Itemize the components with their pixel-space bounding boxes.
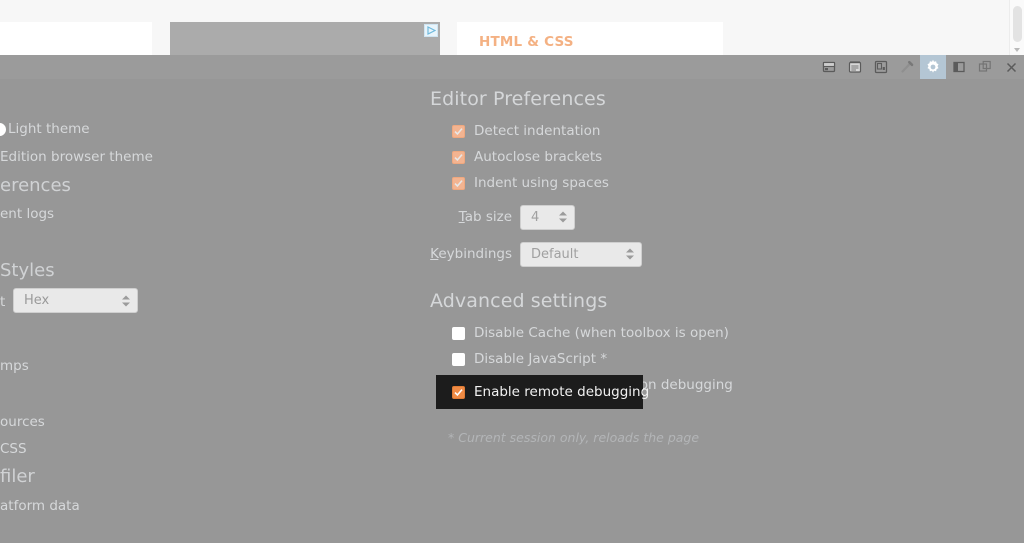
keybindings-select[interactable]: Default [520,241,642,267]
disable-javascript-checkbox[interactable] [452,352,465,366]
css-item[interactable]: CSS [0,441,27,457]
tab-size-input[interactable]: 4 [520,204,575,230]
console-icon[interactable] [842,55,868,79]
disable-cache-label: Disable Cache (when toolbox is open) [474,325,729,341]
option-disable-javascript[interactable]: Disable JavaScript * [452,346,850,372]
option-autoclose-brackets[interactable]: Autoclose brackets [452,144,850,170]
preferences-heading: erences [0,175,71,196]
page-vertical-scrollbar[interactable] [1009,0,1024,55]
responsive-design-icon[interactable] [868,55,894,79]
detect-indentation-checkbox[interactable] [452,124,465,138]
disable-javascript-label: Disable JavaScript * [474,351,608,367]
keybindings-spinner-icon[interactable] [616,248,634,260]
maps-item[interactable]: mps [0,358,29,374]
indent-using-spaces-label: Indent using spaces [474,175,609,191]
color-unit-value: Hex [24,293,50,308]
html-css-card-title: HTML & CSS [479,34,574,50]
option-detect-indentation[interactable]: Detect indentation [452,118,850,144]
autoclose-brackets-label: Autoclose brackets [474,149,603,165]
autoclose-brackets-checkbox[interactable] [452,150,465,164]
detect-indentation-label: Detect indentation [474,123,601,139]
indent-using-spaces-checkbox[interactable] [452,176,465,190]
tab-size-value: 4 [531,209,540,225]
storage-icon[interactable] [816,55,842,79]
keybindings-value: Default [531,246,579,262]
eyedropper-icon[interactable] [894,55,920,79]
devtools-toolbar [0,55,1024,79]
enable-remote-debugging-checkbox[interactable] [452,385,465,399]
underlying-web-page: HTML & CSS [0,0,1024,55]
option-indent-using-spaces[interactable]: Indent using spaces [452,170,850,196]
color-unit-select[interactable]: Hex [13,288,138,313]
tab-size-label-rest: ab size [464,209,512,225]
option-disable-cache[interactable]: Disable Cache (when toolbox is open) [452,320,850,346]
tab-size-label: Tab size [430,209,512,225]
dock-separate-window-icon[interactable] [972,55,998,79]
color-unit-spinner-icon[interactable] [112,295,130,306]
settings-gear-icon[interactable] [920,55,946,79]
ad-placeholder-card[interactable] [170,22,440,55]
logs-item[interactable]: ent logs [0,206,54,222]
enable-remote-debugging-label: Enable remote debugging [474,384,650,400]
color-unit-label: t [0,294,6,310]
devtools-settings-panel: Light theme Edition browser theme erence… [0,79,1024,543]
keybindings-label-rest: eybindings [438,246,512,262]
disable-cache-checkbox[interactable] [452,326,465,340]
advanced-settings-heading: Advanced settings [430,290,608,312]
light-theme-label: Light theme [8,121,90,137]
close-icon[interactable] [998,55,1024,79]
keybindings-row: Keybindings Default [430,237,850,271]
tab-size-row: Tab size 4 [430,200,850,234]
scrollbar-thumb[interactable] [1013,6,1022,42]
edition-browser-theme-label[interactable]: Edition browser theme [0,149,153,165]
content-card-left[interactable] [0,22,152,55]
editor-preferences-heading: Editor Preferences [430,88,606,110]
html-css-card[interactable]: HTML & CSS [457,22,723,55]
tab-size-spinner-icon[interactable] [549,211,567,223]
sources-item[interactable]: ources [0,414,45,430]
option-enable-remote-debugging[interactable]: Enable remote debugging [436,375,649,409]
settings-left-column: Light theme Edition browser theme erence… [0,79,200,543]
light-theme-radio[interactable] [0,123,6,136]
platform-data-item[interactable]: atform data [0,498,80,514]
scrollbar-down-arrow-icon[interactable] [1014,48,1020,52]
profiler-heading: filer [0,466,35,487]
keybindings-label: Keybindings [430,246,512,262]
advanced-settings-footnote: * Current session only, reloads the page [448,430,700,445]
dock-side-icon[interactable] [946,55,972,79]
styles-heading: Styles [0,260,55,281]
adchoices-icon[interactable] [424,24,438,37]
